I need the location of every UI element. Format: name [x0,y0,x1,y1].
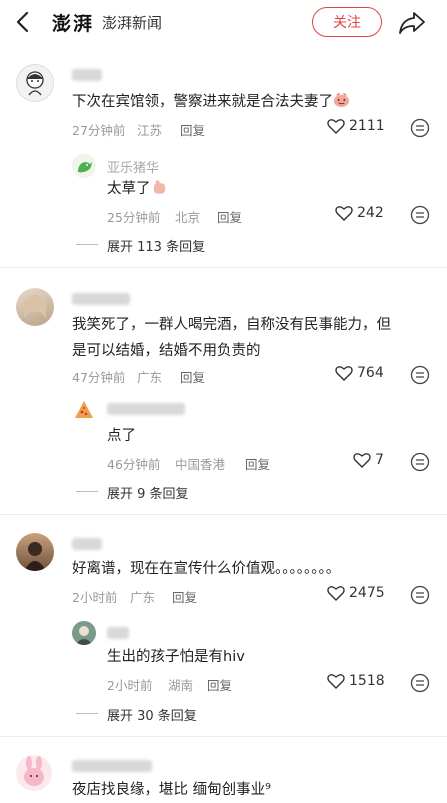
comment-location: 广东 [130,590,156,605]
reply-username-blurred [107,627,129,639]
reply-location: 中国香港 [175,457,226,472]
comment-time: 2小时前 [72,590,118,605]
expand-divider [76,491,98,492]
reply-time: 2小时前 [107,678,153,693]
more-options-icon[interactable] [410,452,430,472]
like-button[interactable]: 242 [335,205,384,221]
reply-text: 生出的孩子怕是有hiv [107,649,245,665]
expand-divider [76,713,98,714]
expand-replies-button[interactable]: 展开 9 条回复 [107,483,189,502]
like-button[interactable]: 764 [335,365,384,381]
more-options-icon[interactable] [410,118,430,138]
reply-time: 25分钟前 [107,210,161,225]
reply-username[interactable]: 亚乐猪华 [107,157,159,176]
expand-replies-button[interactable]: 展开 113 条回复 [107,236,205,255]
user-avatar[interactable] [16,755,52,791]
reply-avatar[interactable] [72,621,96,645]
like-count: 1518 [349,673,385,689]
heart-icon [327,586,345,601]
reply-location: 湖南 [168,678,194,693]
user-avatar[interactable] [16,64,54,102]
share-icon[interactable] [398,10,426,36]
more-options-icon[interactable] [410,205,430,225]
reply-time: 46分钟前 [107,457,161,472]
like-count: 242 [357,205,384,221]
username-blurred [72,538,102,550]
heart-icon [335,206,353,221]
back-arrow-icon[interactable] [12,10,36,34]
reply-button[interactable]: 回复 [180,120,205,139]
heart-icon [327,119,345,134]
reply-avatar[interactable] [72,398,96,422]
like-count: 2475 [349,585,385,601]
comment-text: 我笑死了，一群人喝完酒，自称没有民事能力，但 是可以结婚，结婚不用负责的 [72,317,391,359]
reply-button[interactable]: 回复 [245,454,270,473]
comment-text: 下次在宾馆领，警察进来就是合法夫妻了 [72,89,350,115]
like-button[interactable]: 7 [353,452,384,468]
emoji-icon [333,92,350,108]
reply-text: 太草了 [107,176,168,202]
reply-avatar[interactable] [72,154,96,178]
heart-icon [353,453,371,468]
reply-button[interactable]: 回复 [180,367,205,386]
app-name: 澎湃新闻 [102,14,163,32]
emoji-icon [153,180,165,194]
username-blurred [72,293,130,305]
follow-button[interactable]: 关注 [312,7,382,37]
comment-time: 27分钟前 [72,123,126,138]
like-count: 7 [375,452,384,468]
like-button[interactable]: 1518 [327,673,385,689]
reply-button[interactable]: 回复 [217,207,242,226]
like-count: 764 [357,365,384,381]
user-avatar[interactable] [16,288,54,326]
reply-username-blurred [107,403,185,415]
comment-divider [0,736,447,737]
heart-icon [335,366,353,381]
comment-location: 广东 [137,370,163,385]
like-count: 2111 [349,118,385,134]
reply-text: 点了 [107,428,136,444]
more-options-icon[interactable] [410,365,430,385]
logo: 澎湃 [52,13,95,35]
comment-text: 夜店找良缘，堪比 缅甸创事业⁹ [72,782,271,798]
username-blurred [72,69,102,81]
top-bar: 澎湃 澎湃新闻 关注 [0,0,447,46]
like-button[interactable]: 2111 [327,118,385,134]
user-avatar[interactable] [16,533,54,571]
reply-button[interactable]: 回复 [207,675,232,694]
expand-replies-button[interactable]: 展开 30 条回复 [107,705,197,724]
comment-divider [0,514,447,515]
reply-button[interactable]: 回复 [172,587,197,606]
more-options-icon[interactable] [410,673,430,693]
username-blurred [72,760,152,772]
expand-divider [76,244,98,245]
heart-icon [327,674,345,689]
more-options-icon[interactable] [410,585,430,605]
comment-location: 江苏 [137,123,163,138]
comment-text: 好离谱，现在在宣传什么价值观。。。。。。。。 [72,561,341,577]
comment-time: 47分钟前 [72,370,126,385]
reply-location: 北京 [175,210,201,225]
like-button[interactable]: 2475 [327,585,385,601]
comment-divider [0,267,447,268]
